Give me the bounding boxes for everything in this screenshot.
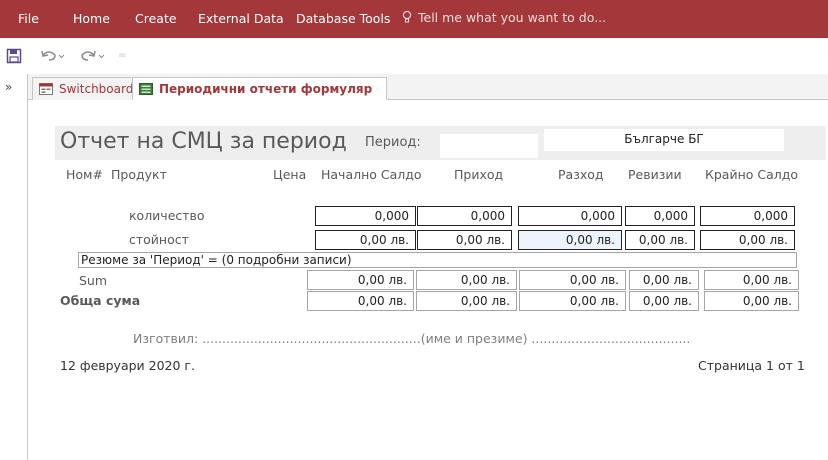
report-icon [139,83,153,95]
page-number: Страница 1 от 1 [698,358,805,373]
save-icon[interactable] [6,48,22,64]
summary-line: Резюме за 'Период' = (0 подробни записи) [78,252,797,268]
col-header-opening-balance: Начално Салдо [321,167,422,182]
tab-periodic-reports[interactable]: Периодични отчети формуляр [132,77,388,100]
sum-revisions-cell[interactable]: 0,00 лв. [629,270,699,290]
tab-database-tools[interactable]: Database Tools [296,11,390,26]
row-label-quantity: количество [129,208,205,223]
col-header-product: Продукт [111,167,167,182]
total-income-cell[interactable]: 0,00 лв. [416,291,517,311]
col-header-closing-balance: Крайно Салдо [705,167,799,182]
navigation-pane: » [0,74,28,460]
form-icon [39,83,53,95]
col-header-income: Приход [454,167,504,182]
col-header-nom: Ном# [66,167,103,182]
period-field[interactable] [440,134,538,158]
total-expense-cell[interactable]: 0,00 лв. [519,291,626,311]
lightbulb-icon [402,10,412,23]
ribbon-tab-bar: File Home Create External Data Database … [0,0,828,38]
col-header-expense: Разход [558,167,604,182]
undo-icon[interactable] [40,48,66,64]
tell-me-text: Tell me what you want to do... [418,10,607,25]
quantity-revisions-cell[interactable]: 0,000 [625,206,695,226]
total-closing-cell[interactable]: 0,00 лв. [704,291,799,311]
tab-file[interactable]: File [18,11,39,26]
row-label-sum: Sum [79,273,108,288]
report-date: 12 февруари 2020 г. [60,358,195,373]
tab-create[interactable]: Create [135,11,177,26]
report-title: Отчет на СМЦ за период [60,129,347,154]
quantity-income-cell[interactable]: 0,000 [417,206,512,226]
qat-customize-icon[interactable]: = [118,50,126,61]
quantity-closing-cell[interactable]: 0,000 [700,206,795,226]
col-header-revisions: Ревизии [628,167,682,182]
sum-expense-cell[interactable]: 0,00 лв. [519,270,626,290]
document-tabs: Switchboard Периодични отчети формуляр [28,74,828,100]
redo-icon[interactable] [80,48,106,64]
report-canvas: Отчет на СМЦ за период Период: Българче … [28,100,828,460]
col-header-price: Цена [273,167,307,182]
quick-access-toolbar: = [0,38,828,74]
quantity-opening-cell[interactable]: 0,000 [315,206,416,226]
tab-home[interactable]: Home [73,11,110,26]
value-closing-cell[interactable]: 0,00 лв. [700,230,795,250]
value-opening-cell[interactable]: 0,00 лв. [315,230,416,250]
value-income-cell[interactable]: 0,00 лв. [417,230,512,250]
tell-me-search[interactable]: Tell me what you want to do... [402,10,606,25]
tab-periodic-reports-label: Периодични отчети формуляр [159,82,373,96]
company-name: Българче БГ [544,129,784,151]
value-expense-cell[interactable]: 0,00 лв. [518,230,622,250]
sum-income-cell[interactable]: 0,00 лв. [416,270,517,290]
row-label-value: стойност [129,232,189,247]
tab-switchboard-label: Switchboard [59,82,134,96]
tab-switchboard[interactable]: Switchboard [32,77,143,100]
quantity-expense-cell[interactable]: 0,000 [518,206,622,226]
value-revisions-cell[interactable]: 0,00 лв. [625,230,695,250]
row-label-total: Обща сума [60,293,141,308]
signature-line: Изготвил: ..............................… [133,331,691,346]
total-revisions-cell[interactable]: 0,00 лв. [629,291,699,311]
tab-external-data[interactable]: External Data [198,11,284,26]
total-opening-cell[interactable]: 0,00 лв. [307,291,414,311]
sum-closing-cell[interactable]: 0,00 лв. [704,270,799,290]
nav-pane-toggle[interactable]: » [5,80,12,94]
period-label: Период: [365,135,421,150]
sum-opening-cell[interactable]: 0,00 лв. [307,270,414,290]
